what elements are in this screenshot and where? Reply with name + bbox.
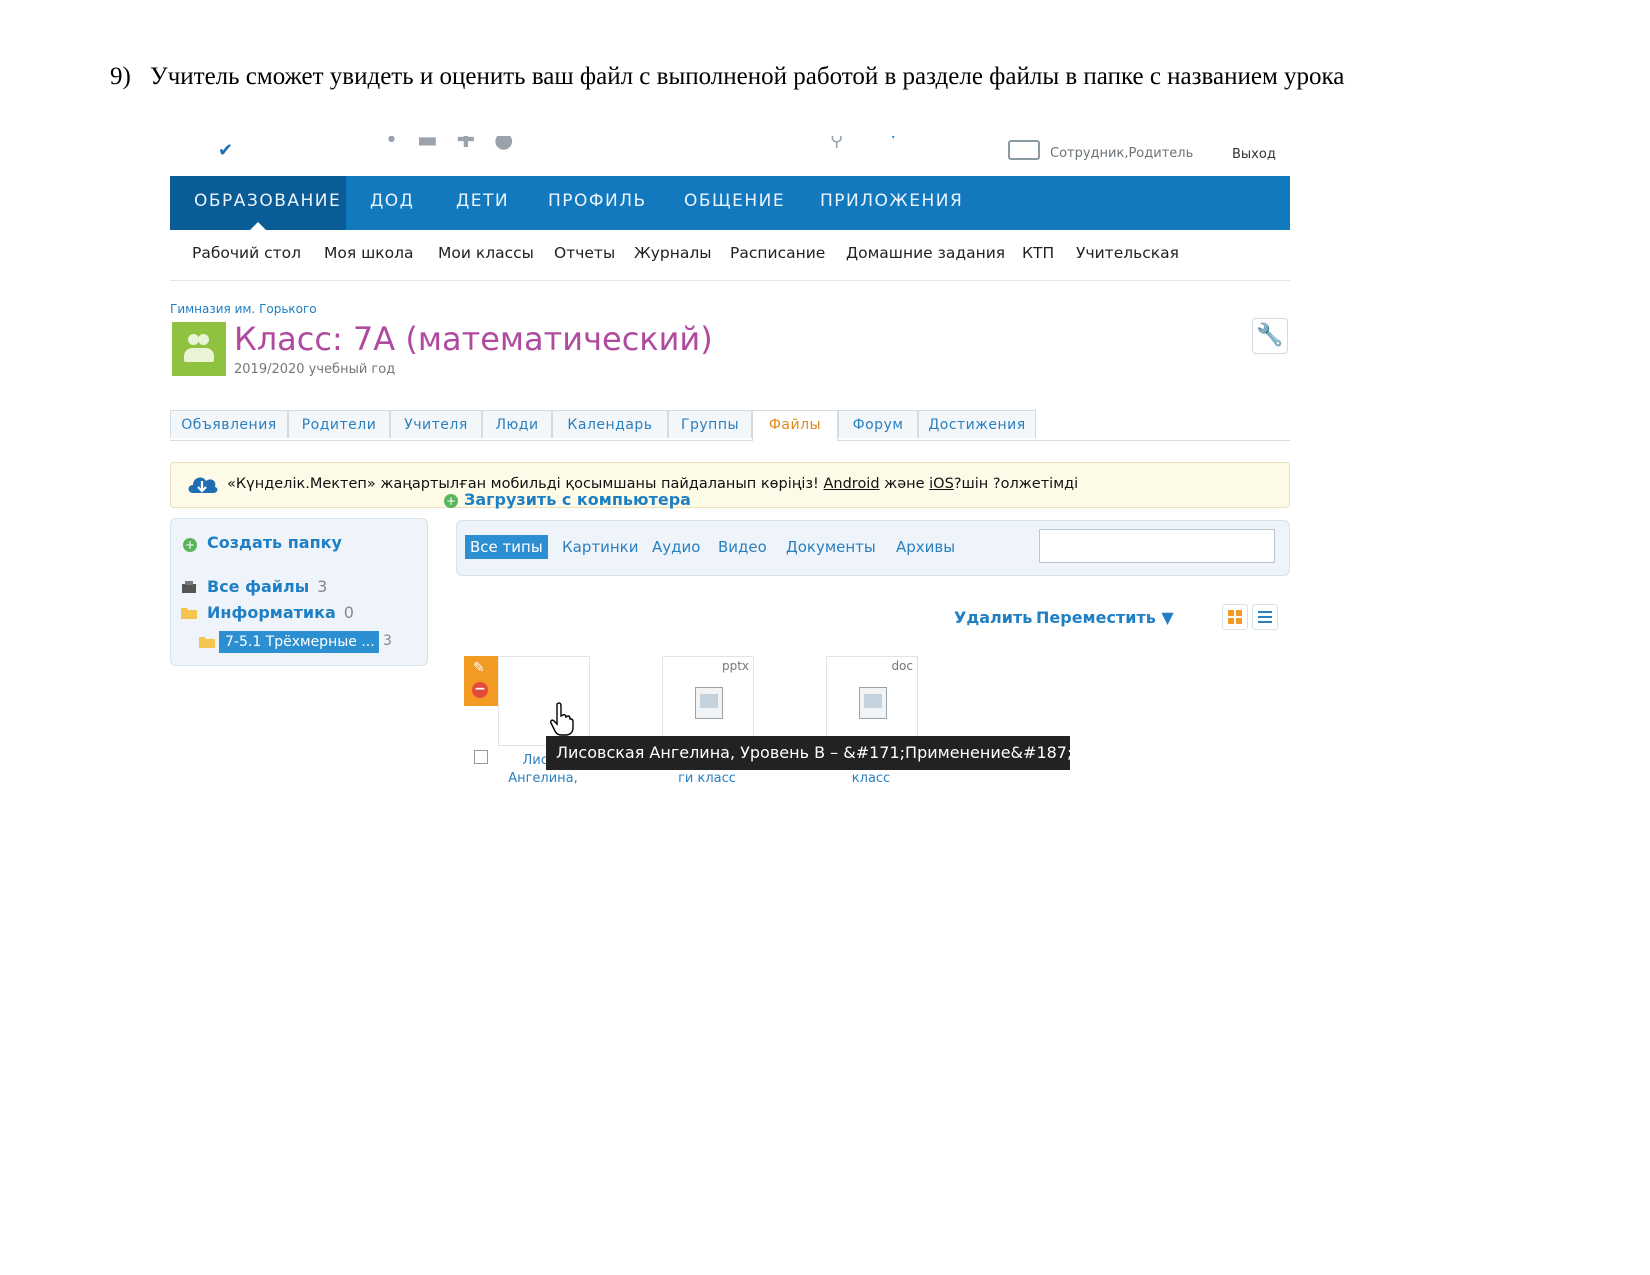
tab-parents[interactable]: Родители	[288, 410, 390, 438]
tab-forum[interactable]: Форум	[838, 410, 918, 438]
ios-link[interactable]: iOS	[929, 476, 954, 492]
file-preview-icon	[859, 687, 887, 719]
sub-nav-reports[interactable]: Отчеты	[554, 244, 615, 262]
filter-all-types[interactable]: Все типы	[465, 535, 548, 559]
file-preview-icon	[695, 687, 723, 719]
folder-informatics[interactable]: Информатика 0	[207, 603, 354, 622]
main-nav-children[interactable]: ДЕТИ	[432, 176, 533, 230]
filter-audio[interactable]: Аудио	[647, 535, 705, 559]
class-tabs: Объявления Родители Учителя Люди Календа…	[170, 406, 1290, 441]
logo-icon[interactable]: ✔	[218, 140, 233, 161]
android-link[interactable]: Android	[823, 476, 879, 492]
create-folder-button[interactable]: Создать папку	[207, 533, 342, 552]
upload-plus-icon: +	[444, 494, 458, 508]
sub-nav-ktp[interactable]: КТП	[1022, 244, 1054, 262]
delete-icon[interactable]: −	[472, 682, 488, 698]
folder-icon	[181, 608, 197, 619]
screenshot: ✔ • ▬ ✚ ● ⚲ ▾ Сотрудник,Родитель Выход О…	[170, 136, 1290, 816]
folders-sidebar: + Создать папку Все файлы 3 Информатика 0 …	[170, 518, 428, 666]
file-checkbox[interactable]	[474, 750, 488, 764]
folder-selected-count: 3	[383, 633, 392, 649]
tab-calendar[interactable]: Календарь	[552, 410, 668, 438]
main-nav-apps[interactable]: ПРИЛОЖЕНИЯ	[796, 176, 987, 230]
main-nav: ОБРАЗОВАНИЕ ДОД ДЕТИ ПРОФИЛЬ ОБЩЕНИЕ ПРИ…	[170, 176, 1290, 230]
school-link[interactable]: Гимназия им. Горького	[170, 302, 317, 316]
sub-nav-journals[interactable]: Журналы	[634, 244, 712, 262]
main-nav-communication[interactable]: ОБЩЕНИЕ	[660, 176, 809, 230]
sub-nav-homework[interactable]: Домашние задания	[846, 244, 1005, 262]
delete-button[interactable]: Удалить	[954, 608, 1032, 627]
subfolder-icon	[199, 637, 215, 648]
filter-images[interactable]: Картинки	[557, 535, 643, 559]
list-view-icon[interactable]	[1252, 604, 1278, 630]
filter-video[interactable]: Видео	[713, 535, 772, 559]
sub-nav: Рабочий стол Моя школа Мои классы Отчеты…	[170, 230, 1290, 281]
instruction-number: 9)	[110, 63, 131, 90]
tab-achievements[interactable]: Достижения	[918, 410, 1036, 438]
school-year: 2019/2020 учебный год	[234, 362, 396, 377]
file-edit-bar: ✎ −	[464, 656, 498, 706]
main-nav-profile[interactable]: ПРОФИЛЬ	[524, 176, 671, 230]
class-avatar	[172, 322, 226, 376]
sub-nav-teachers-room[interactable]: Учительская	[1076, 244, 1179, 262]
file-search-input[interactable]	[1039, 529, 1275, 563]
tab-people[interactable]: Люди	[482, 410, 552, 438]
tab-groups[interactable]: Группы	[668, 410, 752, 438]
instruction-text: Учитель сможет увидеть и оценить ваш фай…	[150, 63, 1345, 90]
file-tile[interactable]: pptx	[662, 656, 754, 746]
type-filters: Все типы Картинки Аудио Видео Документы …	[456, 520, 1290, 576]
hand-cursor-icon	[550, 702, 574, 736]
file-tooltip: Лисовская Ангелина, Уровень В – &#171;Пр…	[546, 736, 1070, 770]
page-title: Класс: 7А (математический)	[234, 320, 713, 358]
tab-announcements[interactable]: Объявления	[170, 410, 288, 438]
move-button[interactable]: Переместить ▼	[1036, 608, 1174, 627]
cloud-download-icon	[188, 477, 218, 493]
main-nav-dod[interactable]: ДОД	[346, 176, 438, 230]
sub-nav-desktop[interactable]: Рабочий стол	[192, 244, 301, 262]
tab-files[interactable]: Файлы	[752, 410, 838, 441]
plus-icon: +	[183, 538, 197, 552]
file-tile[interactable]: doc	[826, 656, 918, 746]
sub-nav-my-classes[interactable]: Мои классы	[438, 244, 534, 262]
user-icon[interactable]	[1008, 140, 1040, 160]
top-bar: ✔ • ▬ ✚ ● ⚲ ▾ Сотрудник,Родитель Выход	[170, 136, 1290, 176]
app-notice: «Күнделік.Мектеп» жаңартылған мобильді қ…	[170, 462, 1290, 508]
folder-all-files[interactable]: Все файлы 3	[207, 577, 327, 596]
all-files-icon	[182, 581, 196, 593]
pencil-icon[interactable]: ✎	[473, 660, 485, 676]
logout-link[interactable]: Выход	[1232, 147, 1276, 162]
file-tile[interactable]	[498, 656, 590, 746]
top-icons: • ▬ ✚ ●	[385, 136, 520, 153]
main-nav-education[interactable]: ОБРАЗОВАНИЕ	[170, 176, 346, 230]
language-selector[interactable]: ▾	[890, 136, 897, 143]
settings-wrench-icon[interactable]: 🔧	[1252, 318, 1288, 354]
upload-button[interactable]: Загрузить с компьютера	[464, 490, 691, 509]
folder-selected[interactable]: 7-5.1 Трёхмерные ...	[219, 631, 379, 653]
grid-view-icon[interactable]	[1222, 604, 1248, 630]
sub-nav-my-school[interactable]: Моя школа	[324, 244, 414, 262]
sub-nav-schedule[interactable]: Расписание	[730, 244, 825, 262]
filter-documents[interactable]: Документы	[781, 535, 881, 559]
filter-archives[interactable]: Архивы	[891, 535, 960, 559]
search-icon[interactable]: ⚲	[830, 136, 843, 151]
tab-teachers[interactable]: Учителя	[390, 410, 482, 438]
user-role[interactable]: Сотрудник,Родитель	[1050, 146, 1193, 161]
